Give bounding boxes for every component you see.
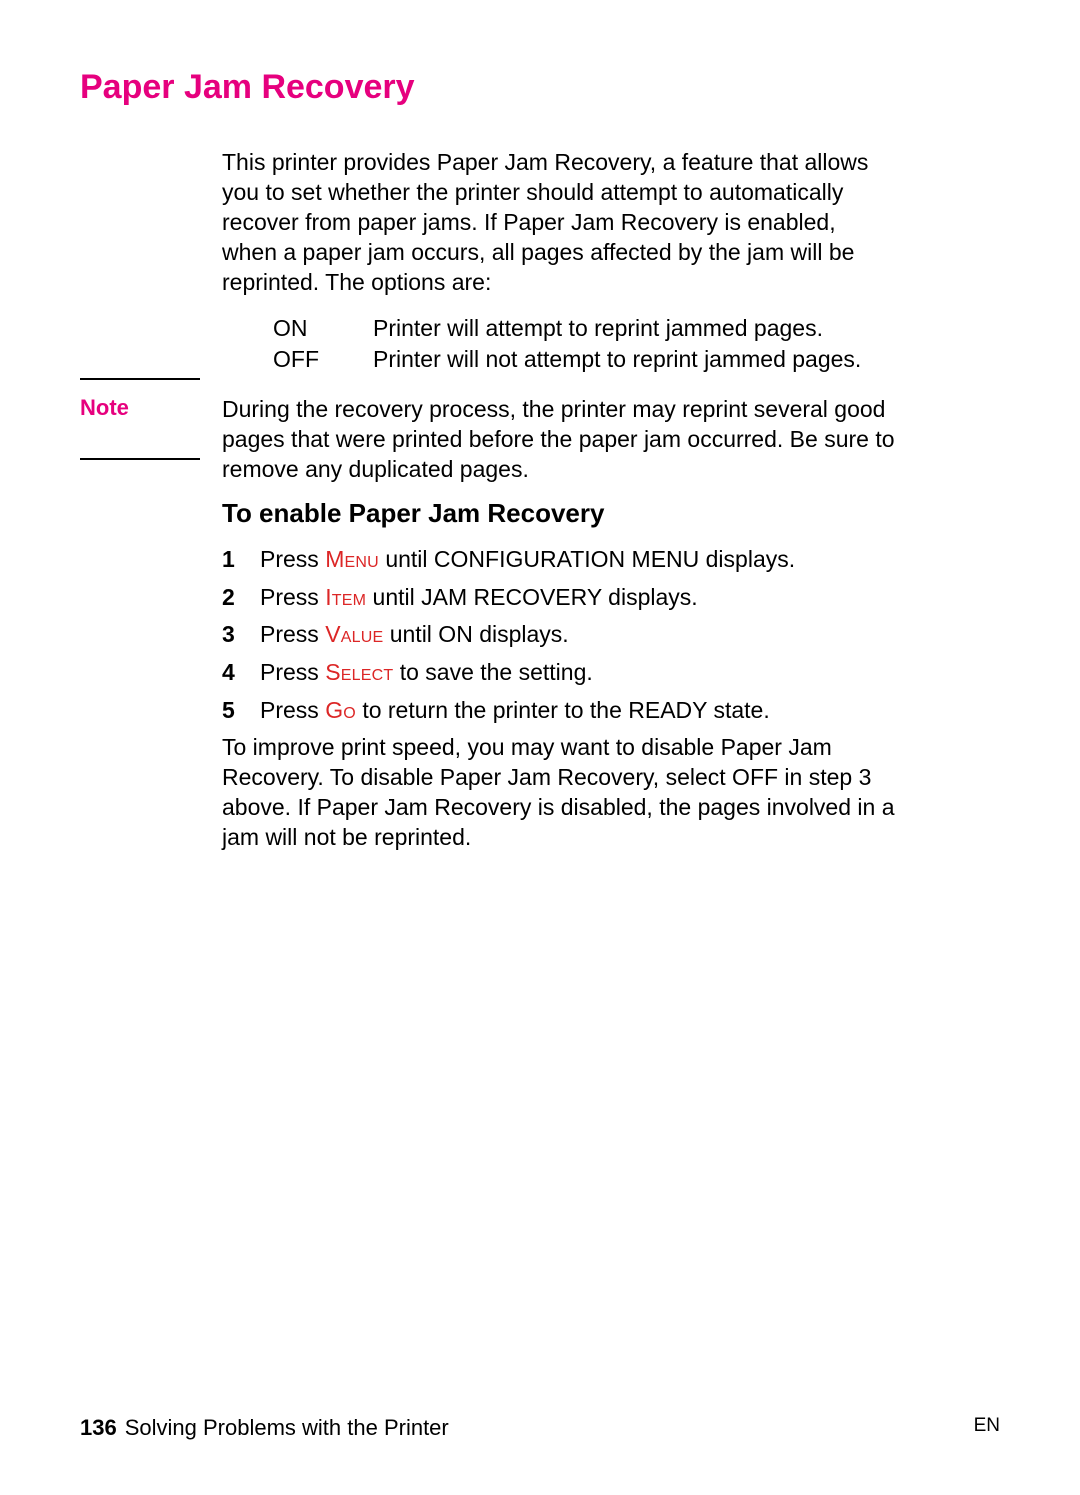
intro-paragraph: This printer provides Paper Jam Recovery… <box>222 148 892 297</box>
key-menu: Menu <box>325 546 379 572</box>
page-title: Paper Jam Recovery <box>80 68 415 107</box>
steps-list: 1 Press Menu until CONFIGURATION MENU di… <box>222 542 892 730</box>
step-num: 5 <box>222 693 260 729</box>
option-off-desc: Printer will not attempt to reprint jamm… <box>373 344 861 375</box>
option-on-desc: Printer will attempt to reprint jammed p… <box>373 313 823 344</box>
step-content: Press Value until ON displays. <box>260 617 892 653</box>
step-num: 3 <box>222 617 260 653</box>
step-num: 1 <box>222 542 260 578</box>
footer-lang: EN <box>974 1415 1000 1441</box>
key-item: Item <box>325 584 366 610</box>
key-go: Go <box>325 697 356 723</box>
step-num: 4 <box>222 655 260 691</box>
step-1: 1 Press Menu until CONFIGURATION MENU di… <box>222 542 892 578</box>
option-off-label: OFF <box>273 344 373 375</box>
key-select: Select <box>325 659 393 685</box>
option-row-on: ON Printer will attempt to reprint jamme… <box>273 313 861 344</box>
step-content: Press Item until JAM RECOVERY displays. <box>260 580 892 616</box>
step-num: 2 <box>222 580 260 616</box>
options-table: ON Printer will attempt to reprint jamme… <box>273 313 861 375</box>
step-content: Press Select to save the setting. <box>260 655 892 691</box>
page-number: 136 <box>80 1415 117 1441</box>
step-2: 2 Press Item until JAM RECOVERY displays… <box>222 580 892 616</box>
closing-paragraph: To improve print speed, you may want to … <box>222 733 922 853</box>
option-on-label: ON <box>273 313 373 344</box>
step-3: 3 Press Value until ON displays. <box>222 617 892 653</box>
note-rule-top <box>80 378 200 380</box>
footer-section: Solving Problems with the Printer <box>125 1415 449 1441</box>
step-5: 5 Press Go to return the printer to the … <box>222 693 892 729</box>
page-footer: 136 Solving Problems with the Printer EN <box>80 1415 1000 1441</box>
section-heading: To enable Paper Jam Recovery <box>222 498 604 529</box>
option-row-off: OFF Printer will not attempt to reprint … <box>273 344 861 375</box>
note-text: During the recovery process, the printer… <box>222 395 902 485</box>
note-label: Note <box>80 395 129 421</box>
key-value: Value <box>325 621 383 647</box>
step-content: Press Menu until CONFIGURATION MENU disp… <box>260 542 892 578</box>
step-content: Press Go to return the printer to the RE… <box>260 693 892 729</box>
footer-left: 136 Solving Problems with the Printer <box>80 1415 449 1441</box>
step-4: 4 Press Select to save the setting. <box>222 655 892 691</box>
note-rule-bottom <box>80 458 200 460</box>
